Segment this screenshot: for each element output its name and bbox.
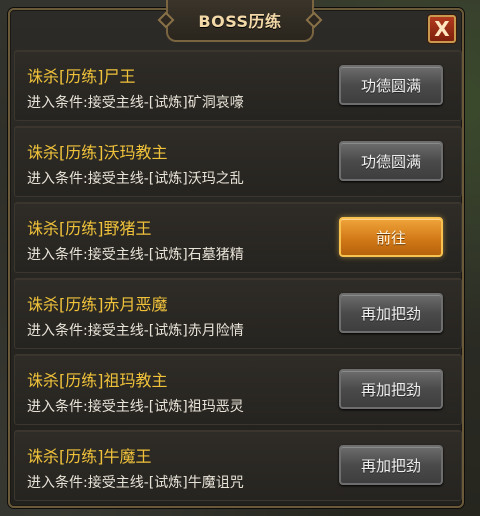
- close-icon: X: [434, 17, 450, 41]
- quest-row: 诛杀[历练]祖玛教主 进入条件:接受主线-[试炼]祖玛恶灵 再加把劲: [14, 354, 462, 425]
- quest-complete-button[interactable]: 功德圆满: [339, 65, 443, 105]
- quest-condition: 进入条件:接受主线-[试炼]沃玛之乱: [27, 171, 244, 187]
- quest-row: 诛杀[历练]沃玛教主 进入条件:接受主线-[试炼]沃玛之乱 功德圆满: [14, 126, 462, 197]
- quest-keep-going-button[interactable]: 再加把劲: [339, 293, 443, 333]
- title-plate: BOSS历练: [166, 0, 314, 42]
- quest-title: 诛杀[历练]沃玛教主: [27, 143, 168, 162]
- quest-condition: 进入条件:接受主线-[试炼]石墓猪精: [27, 247, 244, 263]
- quest-list: 诛杀[历练]尸王 进入条件:接受主线-[试炼]矿洞哀嚎 功德圆满 诛杀[历练]沃…: [14, 50, 462, 506]
- quest-row: 诛杀[历练]尸王 进入条件:接受主线-[试炼]矿洞哀嚎 功德圆满: [14, 50, 462, 121]
- quest-row: 诛杀[历练]牛魔王 进入条件:接受主线-[试炼]牛魔诅咒 再加把劲: [14, 430, 462, 501]
- quest-keep-going-button[interactable]: 再加把劲: [339, 369, 443, 409]
- quest-condition: 进入条件:接受主线-[试炼]祖玛恶灵: [27, 399, 244, 415]
- quest-title: 诛杀[历练]牛魔王: [27, 447, 152, 466]
- quest-title: 诛杀[历练]祖玛教主: [27, 371, 168, 390]
- quest-title: 诛杀[历练]赤月恶魔: [27, 295, 168, 314]
- quest-row: 诛杀[历练]野猪王 进入条件:接受主线-[试炼]石墓猪精 前往: [14, 202, 462, 273]
- quest-title: 诛杀[历练]野猪王: [27, 219, 152, 238]
- quest-go-button[interactable]: 前往: [339, 217, 443, 257]
- quest-row: 诛杀[历练]赤月恶魔 进入条件:接受主线-[试炼]赤月险情 再加把劲: [14, 278, 462, 349]
- window-title: BOSS历练: [198, 12, 282, 31]
- quest-condition: 进入条件:接受主线-[试炼]矿洞哀嚎: [27, 95, 244, 111]
- quest-keep-going-button[interactable]: 再加把劲: [339, 445, 443, 485]
- quest-title: 诛杀[历练]尸王: [27, 67, 136, 86]
- quest-condition: 进入条件:接受主线-[试炼]牛魔诅咒: [27, 475, 244, 491]
- quest-condition: 进入条件:接受主线-[试炼]赤月险情: [27, 323, 244, 339]
- quest-complete-button[interactable]: 功德圆满: [339, 141, 443, 181]
- close-button[interactable]: X: [428, 15, 456, 43]
